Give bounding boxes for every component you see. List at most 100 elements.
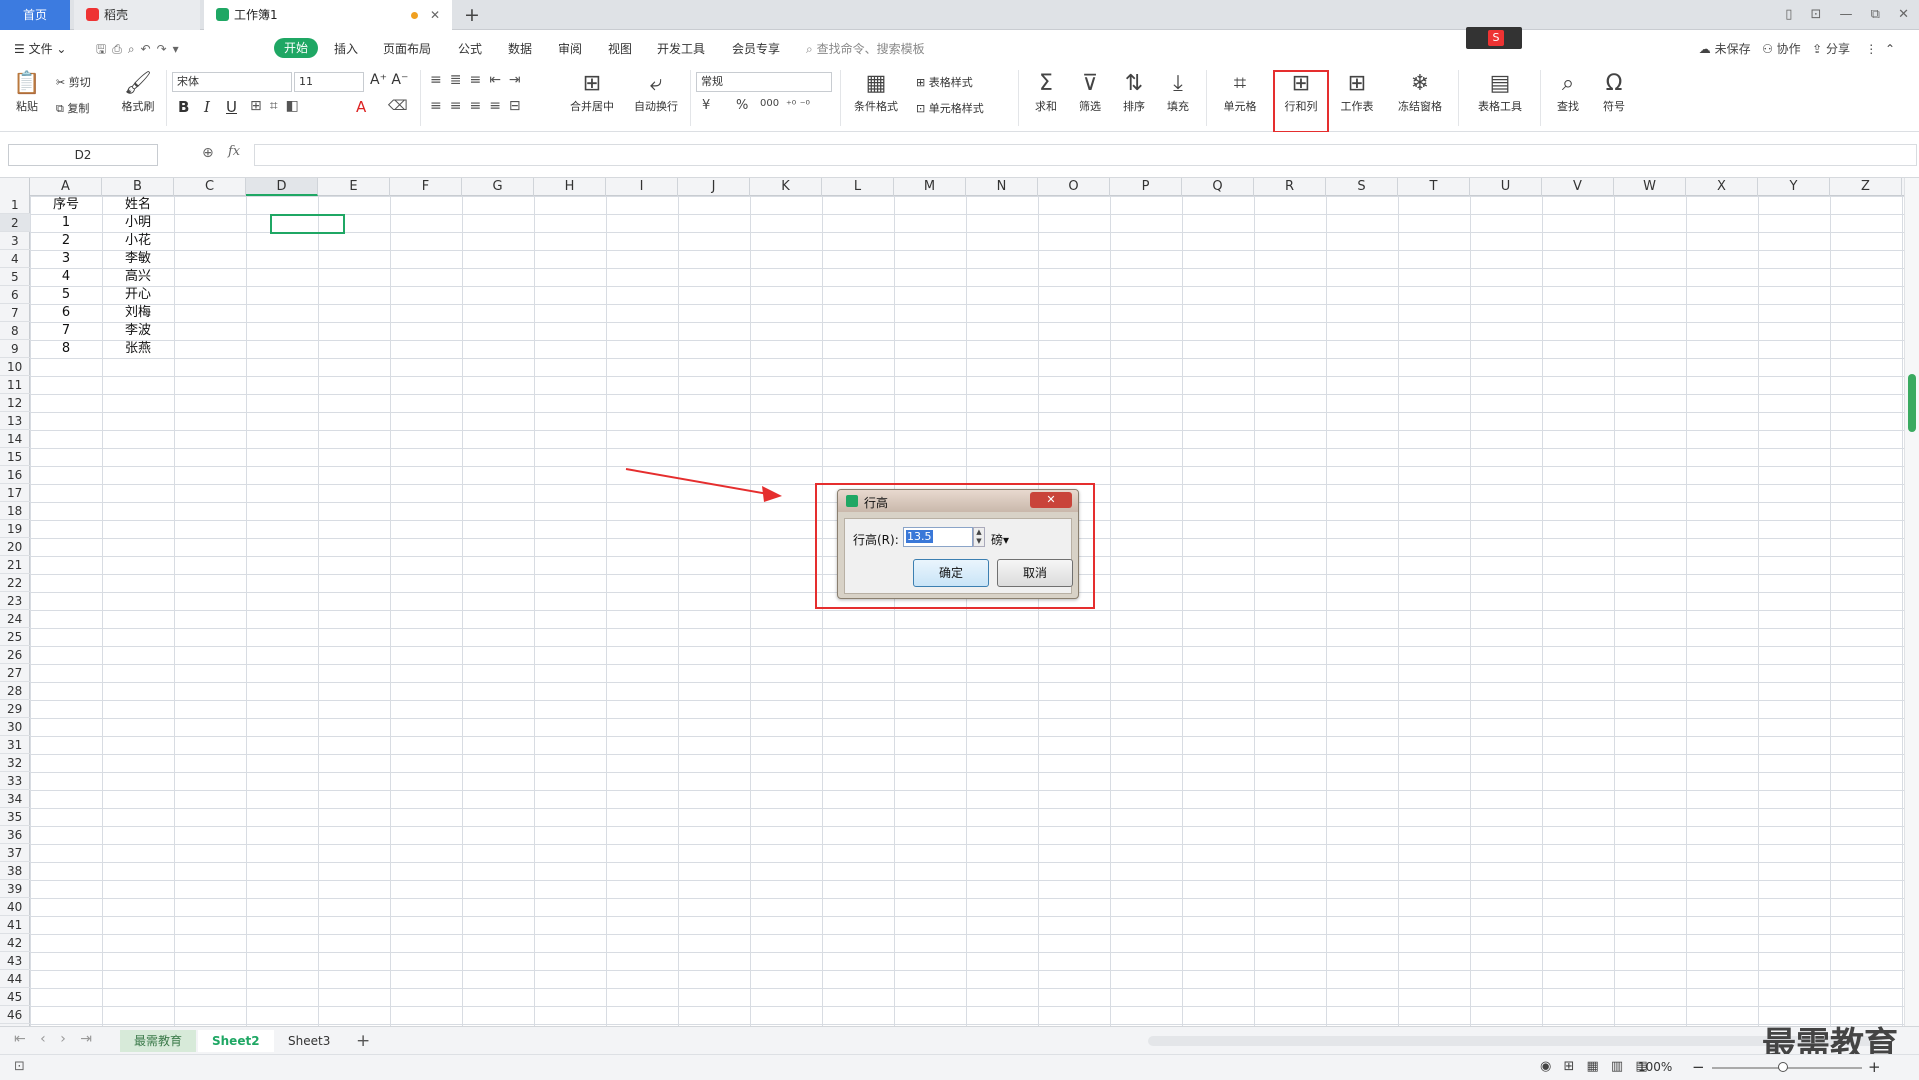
cell-a8[interactable]: 7 [30, 322, 102, 340]
row-header-25[interactable]: 25 [0, 628, 30, 646]
column-header-q[interactable]: Q [1182, 178, 1254, 196]
macro-icon[interactable]: ⊡ [14, 1059, 25, 1074]
fx-icon[interactable]: fx [228, 144, 240, 159]
cell-a2[interactable]: 1 [30, 214, 102, 232]
row-header-14[interactable]: 14 [0, 430, 30, 448]
row-header-24[interactable]: 24 [0, 610, 30, 628]
find-button[interactable]: ⌕ 查找 [1548, 70, 1588, 114]
menu-vip[interactable]: 会员专享 [732, 40, 780, 57]
zoom-level[interactable]: 100% [1638, 1060, 1672, 1074]
worksheet-button[interactable]: ⊞ 工作表 [1332, 70, 1382, 114]
zoom-in-icon[interactable]: + [1868, 1058, 1881, 1076]
font-color-icon[interactable]: A [356, 98, 366, 116]
cell-style-button[interactable]: ⊡ 单元格样式 [916, 100, 984, 116]
zoom-slider-knob[interactable] [1778, 1062, 1788, 1072]
column-header-o[interactable]: O [1038, 178, 1110, 196]
font-size-select[interactable]: 11 [294, 72, 364, 92]
cell-b6[interactable]: 开心 [102, 286, 174, 304]
collab-button[interactable]: 协作 [1777, 42, 1801, 56]
column-header-d[interactable]: D [246, 178, 318, 196]
symbol-button[interactable]: Ω 符号 [1594, 70, 1634, 114]
row-header-6[interactable]: 6 [0, 286, 30, 304]
column-header-k[interactable]: K [750, 178, 822, 196]
wrap-text-button[interactable]: ⤶ 自动换行 [630, 70, 682, 114]
clear-format-icon[interactable]: ⌫ [388, 98, 408, 114]
row-header-5[interactable]: 5 [0, 268, 30, 286]
menu-review[interactable]: 审阅 [558, 40, 582, 57]
freeze-panes-button[interactable]: ❄ 冻结窗格 [1390, 70, 1450, 114]
close-button[interactable]: ✕ [1030, 492, 1072, 508]
sheet-tab-3[interactable]: Sheet3 [274, 1030, 344, 1052]
menu-file[interactable]: ☰ 文件 ⌄ [14, 40, 66, 57]
border-fill-icons[interactable]: ⊞⌗◧ [250, 98, 307, 114]
row-header-18[interactable]: 18 [0, 502, 30, 520]
row-header-26[interactable]: 26 [0, 646, 30, 664]
row-header-36[interactable]: 36 [0, 826, 30, 844]
underline-button[interactable]: U [226, 98, 237, 116]
menu-dev-tools[interactable]: 开发工具 [657, 40, 705, 57]
row-header-1[interactable]: 1 [0, 196, 30, 214]
vertical-scroll-thumb[interactable] [1908, 374, 1916, 432]
dialog-title-bar[interactable]: 行高 ✕ [838, 490, 1078, 512]
row-header-17[interactable]: 17 [0, 484, 30, 502]
tab-daoke[interactable]: 稻壳 [74, 0, 200, 30]
cancel-button[interactable]: 取消 [997, 559, 1073, 587]
row-header-4[interactable]: 4 [0, 250, 30, 268]
row-header-44[interactable]: 44 [0, 970, 30, 988]
collapse-ribbon-icon[interactable]: ⌃ [1885, 42, 1895, 56]
window-controls[interactable]: ▯ ⊡ — ⧉ ✕ [1785, 0, 1909, 30]
row-header-30[interactable]: 30 [0, 718, 30, 736]
cell-button[interactable]: ⌗ 单元格 [1214, 70, 1266, 114]
table-tools-button[interactable]: ▤ 表格工具 [1468, 70, 1532, 114]
row-header-43[interactable]: 43 [0, 952, 30, 970]
row-header-31[interactable]: 31 [0, 736, 30, 754]
bold-button[interactable]: B [178, 98, 189, 116]
menu-page-layout[interactable]: 页面布局 [383, 40, 431, 57]
column-header-g[interactable]: G [462, 178, 534, 196]
copy-button[interactable]: ⧉ 复制 [56, 100, 89, 116]
cut-button[interactable]: ✂ 剪切 [56, 74, 91, 90]
sheet-nav-arrows[interactable]: ⇤ ‹ › ⇥ [14, 1031, 92, 1047]
row-header-29[interactable]: 29 [0, 700, 30, 718]
row-header-23[interactable]: 23 [0, 592, 30, 610]
new-tab-button[interactable]: + [458, 0, 486, 30]
column-header-i[interactable]: I [606, 178, 678, 196]
row-header-21[interactable]: 21 [0, 556, 30, 574]
sort-button[interactable]: ⇅ 排序 [1114, 70, 1154, 114]
cell-a1[interactable]: 序号 [30, 196, 102, 214]
row-header-8[interactable]: 8 [0, 322, 30, 340]
number-format-select[interactable]: 常规 [696, 72, 832, 92]
cell-a7[interactable]: 6 [30, 304, 102, 322]
row-header-33[interactable]: 33 [0, 772, 30, 790]
row-header-15[interactable]: 15 [0, 448, 30, 466]
font-name-select[interactable]: 宋体 [172, 72, 292, 92]
ok-button[interactable]: 确定 [913, 559, 989, 587]
column-header-n[interactable]: N [966, 178, 1038, 196]
row-header-45[interactable]: 45 [0, 988, 30, 1006]
sheet-tab-1[interactable]: 最需教育 [120, 1030, 197, 1052]
column-header-a[interactable]: A [30, 178, 102, 196]
row-header-32[interactable]: 32 [0, 754, 30, 772]
share-button[interactable]: 分享 [1826, 42, 1850, 56]
cell-a4[interactable]: 3 [30, 250, 102, 268]
cell-b8[interactable]: 李波 [102, 322, 174, 340]
thousand-separator-button[interactable]: 000 [760, 98, 779, 109]
row-header-9[interactable]: 9 [0, 340, 30, 358]
row-height-input[interactable]: 13.5 [903, 527, 973, 547]
cell-b3[interactable]: 小花 [102, 232, 174, 250]
row-header-22[interactable]: 22 [0, 574, 30, 592]
row-header-12[interactable]: 12 [0, 394, 30, 412]
column-header-u[interactable]: U [1470, 178, 1542, 196]
fill-button[interactable]: ⤓ 填充 [1158, 70, 1198, 114]
filter-button[interactable]: ⊽ 筛选 [1070, 70, 1110, 114]
row-header-40[interactable]: 40 [0, 898, 30, 916]
column-header-f[interactable]: F [390, 178, 462, 196]
row-header-41[interactable]: 41 [0, 916, 30, 934]
search-command[interactable]: ⌕ 查找命令、搜索模板 [806, 40, 925, 57]
zoom-formula-icon[interactable]: ⊕ [202, 145, 214, 161]
row-header-34[interactable]: 34 [0, 790, 30, 808]
percent-button[interactable]: % [736, 98, 748, 113]
row-header-28[interactable]: 28 [0, 682, 30, 700]
row-header-10[interactable]: 10 [0, 358, 30, 376]
row-header-42[interactable]: 42 [0, 934, 30, 952]
